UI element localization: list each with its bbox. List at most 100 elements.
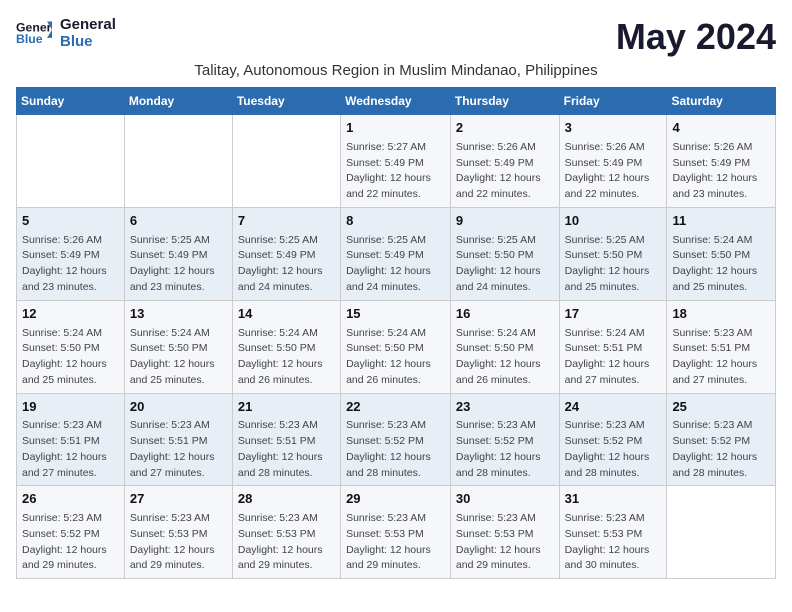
day-info: Sunrise: 5:23 AM Sunset: 5:53 PM Dayligh… (346, 511, 445, 574)
calendar-body: 1 Sunrise: 5:27 AM Sunset: 5:49 PM Daylig… (17, 115, 776, 579)
calendar-cell: 25Sunrise: 5:23 AM Sunset: 5:52 PM Dayli… (667, 393, 776, 486)
calendar-cell: 4 Sunrise: 5:26 AM Sunset: 5:49 PM Daylig… (667, 115, 776, 208)
header: General Blue General Blue May 2024 (16, 16, 776, 58)
calendar-week-row: 12 Sunrise: 5:24 AM Sunset: 5:50 PM Dayli… (17, 300, 776, 393)
calendar-cell: 9 Sunrise: 5:25 AM Sunset: 5:50 PM Daylig… (450, 207, 559, 300)
day-info: Sunrise: 5:26 AM Sunset: 5:49 PM Dayligh… (456, 140, 554, 203)
logo: General Blue General Blue (16, 16, 116, 50)
calendar-cell: 26 Sunrise: 5:23 AM Sunset: 5:52 PM Dayli… (17, 486, 125, 579)
day-info: Sunrise: 5:24 AM Sunset: 5:50 PM Dayligh… (238, 326, 335, 389)
logo-blue: Blue (60, 33, 116, 50)
day-number: 17 (565, 305, 662, 324)
calendar-cell: 24Sunrise: 5:23 AM Sunset: 5:52 PM Dayli… (559, 393, 667, 486)
day-info: Sunrise: 5:23 AM Sunset: 5:52 PM Dayligh… (346, 418, 445, 481)
day-info: Sunrise: 5:25 AM Sunset: 5:49 PM Dayligh… (238, 233, 335, 296)
day-info: Sunrise: 5:24 AM Sunset: 5:50 PM Dayligh… (130, 326, 227, 389)
calendar-cell (667, 486, 776, 579)
svg-text:Blue: Blue (16, 32, 43, 46)
day-info: Sunrise: 5:23 AM Sunset: 5:53 PM Dayligh… (130, 511, 227, 574)
day-info: Sunrise: 5:23 AM Sunset: 5:51 PM Dayligh… (238, 418, 335, 481)
day-info: Sunrise: 5:25 AM Sunset: 5:49 PM Dayligh… (130, 233, 227, 296)
day-number: 28 (238, 490, 335, 509)
calendar-cell: 12 Sunrise: 5:24 AM Sunset: 5:50 PM Dayli… (17, 300, 125, 393)
weekday-header-monday: Monday (124, 88, 232, 115)
logo-icon: General Blue (16, 18, 52, 48)
calendar-cell: 28 Sunrise: 5:23 AM Sunset: 5:53 PM Dayli… (232, 486, 340, 579)
calendar-week-row: 26 Sunrise: 5:23 AM Sunset: 5:52 PM Dayli… (17, 486, 776, 579)
calendar-cell: 13 Sunrise: 5:24 AM Sunset: 5:50 PM Dayli… (124, 300, 232, 393)
day-number: 19 (22, 398, 119, 417)
day-info: Sunrise: 5:24 AM Sunset: 5:50 PM Dayligh… (22, 326, 119, 389)
day-info: Sunrise: 5:23 AM Sunset: 5:51 PM Dayligh… (672, 326, 770, 389)
day-number: 6 (130, 212, 227, 231)
day-info: Sunrise: 5:23 AM Sunset: 5:52 PM Dayligh… (22, 511, 119, 574)
day-number: 27 (130, 490, 227, 509)
day-number: 31 (565, 490, 662, 509)
day-number: 11 (672, 212, 770, 231)
calendar-cell: 31 Sunrise: 5:23 AM Sunset: 5:53 PM Dayli… (559, 486, 667, 579)
calendar-cell: 19Sunrise: 5:23 AM Sunset: 5:51 PM Dayli… (17, 393, 125, 486)
day-info: Sunrise: 5:23 AM Sunset: 5:51 PM Dayligh… (130, 418, 227, 481)
day-info: Sunrise: 5:27 AM Sunset: 5:49 PM Dayligh… (346, 140, 445, 203)
day-info: Sunrise: 5:23 AM Sunset: 5:53 PM Dayligh… (456, 511, 554, 574)
calendar-cell (232, 115, 340, 208)
calendar-cell: 11Sunrise: 5:24 AM Sunset: 5:50 PM Dayli… (667, 207, 776, 300)
day-info: Sunrise: 5:25 AM Sunset: 5:50 PM Dayligh… (456, 233, 554, 296)
weekday-header-saturday: Saturday (667, 88, 776, 115)
day-info: Sunrise: 5:24 AM Sunset: 5:50 PM Dayligh… (346, 326, 445, 389)
calendar-cell: 5Sunrise: 5:26 AM Sunset: 5:49 PM Daylig… (17, 207, 125, 300)
day-number: 12 (22, 305, 119, 324)
day-info: Sunrise: 5:25 AM Sunset: 5:49 PM Dayligh… (346, 233, 445, 296)
calendar-cell: 18Sunrise: 5:23 AM Sunset: 5:51 PM Dayli… (667, 300, 776, 393)
calendar-week-row: 19Sunrise: 5:23 AM Sunset: 5:51 PM Dayli… (17, 393, 776, 486)
month-title: May 2024 (616, 16, 776, 58)
day-info: Sunrise: 5:26 AM Sunset: 5:49 PM Dayligh… (672, 140, 770, 203)
day-info: Sunrise: 5:23 AM Sunset: 5:53 PM Dayligh… (238, 511, 335, 574)
day-info: Sunrise: 5:26 AM Sunset: 5:49 PM Dayligh… (565, 140, 662, 203)
day-number: 23 (456, 398, 554, 417)
day-info: Sunrise: 5:23 AM Sunset: 5:52 PM Dayligh… (565, 418, 662, 481)
day-number: 5 (22, 212, 119, 231)
day-number: 4 (672, 119, 770, 138)
day-number: 3 (565, 119, 662, 138)
day-number: 29 (346, 490, 445, 509)
calendar-week-row: 5Sunrise: 5:26 AM Sunset: 5:49 PM Daylig… (17, 207, 776, 300)
day-info: Sunrise: 5:24 AM Sunset: 5:51 PM Dayligh… (565, 326, 662, 389)
day-number: 25 (672, 398, 770, 417)
calendar-cell: 21Sunrise: 5:23 AM Sunset: 5:51 PM Dayli… (232, 393, 340, 486)
logo-general: General (60, 16, 116, 33)
calendar-cell: 15 Sunrise: 5:24 AM Sunset: 5:50 PM Dayli… (341, 300, 451, 393)
calendar-cell: 14 Sunrise: 5:24 AM Sunset: 5:50 PM Dayli… (232, 300, 340, 393)
day-number: 24 (565, 398, 662, 417)
day-number: 1 (346, 119, 445, 138)
day-number: 26 (22, 490, 119, 509)
day-number: 22 (346, 398, 445, 417)
day-number: 9 (456, 212, 554, 231)
day-number: 16 (456, 305, 554, 324)
day-number: 15 (346, 305, 445, 324)
day-number: 8 (346, 212, 445, 231)
weekday-header-row: SundayMondayTuesdayWednesdayThursdayFrid… (17, 88, 776, 115)
day-info: Sunrise: 5:23 AM Sunset: 5:51 PM Dayligh… (22, 418, 119, 481)
location-title: Talitay, Autonomous Region in Muslim Min… (16, 62, 776, 79)
calendar-cell: 20Sunrise: 5:23 AM Sunset: 5:51 PM Dayli… (124, 393, 232, 486)
day-number: 10 (565, 212, 662, 231)
weekday-header-sunday: Sunday (17, 88, 125, 115)
day-info: Sunrise: 5:23 AM Sunset: 5:53 PM Dayligh… (565, 511, 662, 574)
day-info: Sunrise: 5:23 AM Sunset: 5:52 PM Dayligh… (456, 418, 554, 481)
calendar-cell: 30Sunrise: 5:23 AM Sunset: 5:53 PM Dayli… (450, 486, 559, 579)
calendar-cell: 3 Sunrise: 5:26 AM Sunset: 5:49 PM Daylig… (559, 115, 667, 208)
weekday-header-thursday: Thursday (450, 88, 559, 115)
calendar-cell: 6 Sunrise: 5:25 AM Sunset: 5:49 PM Daylig… (124, 207, 232, 300)
calendar-cell: 7 Sunrise: 5:25 AM Sunset: 5:49 PM Daylig… (232, 207, 340, 300)
weekday-header-wednesday: Wednesday (341, 88, 451, 115)
calendar-cell: 22Sunrise: 5:23 AM Sunset: 5:52 PM Dayli… (341, 393, 451, 486)
calendar-cell: 1 Sunrise: 5:27 AM Sunset: 5:49 PM Daylig… (341, 115, 451, 208)
calendar-cell (17, 115, 125, 208)
day-info: Sunrise: 5:25 AM Sunset: 5:50 PM Dayligh… (565, 233, 662, 296)
day-number: 13 (130, 305, 227, 324)
calendar-cell: 16Sunrise: 5:24 AM Sunset: 5:50 PM Dayli… (450, 300, 559, 393)
calendar-cell: 29 Sunrise: 5:23 AM Sunset: 5:53 PM Dayli… (341, 486, 451, 579)
day-number: 7 (238, 212, 335, 231)
day-number: 14 (238, 305, 335, 324)
